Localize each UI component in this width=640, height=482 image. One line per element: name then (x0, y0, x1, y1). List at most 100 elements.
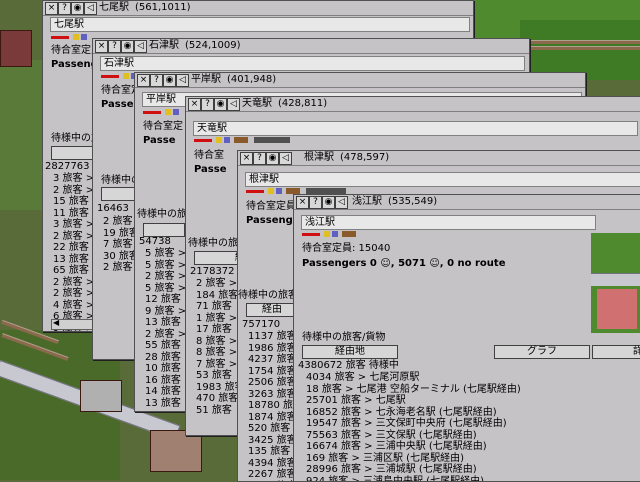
waiting-section-label: 待様中の旅客 (238, 290, 298, 302)
list-item: 12 旅客 (145, 294, 186, 306)
route-button[interactable] (143, 223, 185, 237)
station-window-asae[interactable]: × ? ◉ ◁ 浅江駅(535,549) 浅江駅 待合室定員: 15040 Pa… (293, 194, 640, 482)
pin-icon[interactable]: ◁ (279, 152, 292, 165)
close-icon[interactable]: × (188, 98, 201, 111)
list-item: 5 旅客 > (145, 260, 186, 272)
window-titlebar[interactable]: × ? ◉ ◁ 石津駅(524,1009) (93, 39, 529, 54)
list-item: 3 旅客 > (53, 219, 94, 231)
list-item: 22 旅客 (53, 242, 94, 254)
list-item: 2 旅客 > (145, 329, 186, 341)
list-item: 19547 旅客 > 三文保町中央府 (七尾駅経由) (306, 418, 521, 430)
list-item: 5 旅客 > (145, 283, 186, 295)
list-item: 18 旅客 > 七尾港 空船ターミナル (七尾駅経由) (306, 384, 521, 396)
eye-icon[interactable]: ◉ (71, 2, 84, 15)
waiting-total: 54738 (139, 236, 171, 248)
cargo-icons (143, 109, 183, 117)
list-item: 924 旅客 > 三浦島中央駅 (七尾駅経由) (306, 476, 521, 482)
list-item: 2 旅客 > (53, 277, 94, 289)
waiting-list: 3 旅客 >2 旅客 >15 旅客11 旅客3 旅客 >2 旅客 >22 旅客1… (53, 173, 94, 332)
help-icon[interactable]: ? (150, 74, 163, 87)
passengers-label: Passengers 0 ☺, 5071 ☺, 0 no route (302, 258, 505, 270)
window-titlebar[interactable]: × ? ◉ ◁ 天竜駅(428,811) (186, 97, 640, 112)
list-item: 16674 旅客 > 三浦中央駅 (七尾駅経由) (306, 441, 521, 453)
capacity-label: 待合室定 (143, 121, 183, 133)
list-item: 13 旅客 (145, 317, 186, 329)
window-title: 七尾駅(561,1011) (99, 1, 191, 15)
list-item: 16 旅客 (145, 375, 186, 387)
close-icon[interactable]: × (137, 74, 150, 87)
route-button[interactable]: 経由地 (302, 345, 398, 359)
eye-icon[interactable]: ◉ (163, 74, 176, 87)
station-name-field[interactable]: 浅江駅 (301, 215, 596, 230)
list-item: 4 旅客 > (53, 300, 94, 312)
close-icon[interactable]: × (95, 40, 108, 53)
close-icon[interactable]: × (45, 2, 58, 15)
list-item: 28996 旅客 > 三浦城駅 (七尾駅経由) (306, 464, 521, 476)
route-button[interactable]: 経由 (246, 303, 298, 317)
waiting-total: 16463 (97, 203, 129, 215)
station-name-field[interactable]: 根津駅 (245, 172, 640, 187)
close-icon[interactable]: × (296, 196, 309, 209)
window-title: 平岸駅(401,948) (191, 73, 276, 87)
list-item: 2 旅客 > (53, 185, 94, 197)
list-item: 13 旅客 (53, 254, 94, 266)
eye-icon[interactable]: ◉ (214, 98, 227, 111)
list-item: 2 旅客 > (145, 271, 186, 283)
window-title: 浅江駅(535,549) (352, 195, 437, 209)
waiting-total: 2178372 (190, 266, 235, 278)
close-icon[interactable]: × (240, 152, 253, 165)
cargo-icons (51, 34, 91, 42)
passengers-label: Passeng (246, 215, 293, 227)
list-item: 2 旅客 > (53, 288, 94, 300)
list-item: 11 旅客 (53, 208, 94, 220)
eye-icon[interactable]: ◉ (266, 152, 279, 165)
list-item: 15 旅客 (53, 196, 94, 208)
pin-icon[interactable]: ◁ (84, 2, 97, 15)
cargo-icons (194, 137, 304, 145)
capacity-label: 待合室定員: (246, 201, 299, 213)
help-icon[interactable]: ? (58, 2, 71, 15)
station-name-field[interactable]: 石津駅 (100, 56, 525, 71)
window-titlebar[interactable]: × ? ◉ ◁ 根津駅(478,597) (238, 151, 640, 166)
capacity-label: 待合室定員: 15040 (302, 243, 390, 255)
list-item: 16852 旅客 > 七永海老名駅 (七尾駅経由) (306, 407, 521, 419)
list-item: 2 旅客 > (53, 231, 94, 243)
pin-icon[interactable]: ◁ (134, 40, 147, 53)
list-item: 4034 旅客 > 七尾河原駅 (306, 372, 521, 384)
list-item: 65 旅客 (53, 265, 94, 277)
help-icon[interactable]: ? (309, 196, 322, 209)
passengers-label: Passe (101, 99, 134, 111)
list-item: 14 旅客 (145, 386, 186, 398)
detail-button[interactable]: 詳細 (592, 345, 640, 359)
waiting-list: 5 旅客 >5 旅客 >2 旅客 >5 旅客 >12 旅客9 旅客 >13 旅客… (145, 248, 186, 409)
list-item: 28 旅客 (145, 352, 186, 364)
list-item: 3 旅客 > (53, 173, 94, 185)
list-item: 25701 旅客 > 七尾駅 (306, 395, 521, 407)
list-item: 9 旅客 > (145, 306, 186, 318)
graph-button[interactable]: グラフ (494, 345, 590, 359)
help-icon[interactable]: ? (108, 40, 121, 53)
waiting-section-label: 待様中の旅 (188, 238, 238, 250)
list-item: 169 旅客 > 三浦区駅 (七尾駅経由) (306, 453, 521, 465)
station-name-field[interactable]: 七尾駅 (50, 17, 470, 32)
help-icon[interactable]: ? (201, 98, 214, 111)
window-titlebar[interactable]: × ? ◉ ◁ 浅江駅(535,549) (294, 195, 640, 210)
eye-icon[interactable]: ◉ (322, 196, 335, 209)
list-item: 13 旅客 (145, 398, 186, 410)
eye-icon[interactable]: ◉ (121, 40, 134, 53)
waiting-total: 2827763 (45, 161, 90, 173)
window-title: 根津駅(478,597) (304, 151, 389, 165)
help-icon[interactable]: ? (253, 152, 266, 165)
window-titlebar[interactable]: × ? ◉ ◁ 七尾駅(561,1011) (43, 1, 473, 16)
list-item: 10 旅客 (145, 363, 186, 375)
station-name-field[interactable]: 天竜駅 (193, 121, 638, 136)
capacity-label: 待合室 (194, 150, 224, 162)
passengers-label: Passe (194, 164, 227, 176)
list-item: 75563 旅客 > 三文保駅 (七尾駅経由) (306, 430, 521, 442)
pin-icon[interactable]: ◁ (335, 196, 348, 209)
pin-icon[interactable]: ◁ (176, 74, 189, 87)
window-title: 天竜駅(428,811) (242, 97, 327, 111)
window-titlebar[interactable]: × ? ◉ ◁ 平岸駅(401,948) (135, 73, 585, 88)
pin-icon[interactable]: ◁ (227, 98, 240, 111)
map-preview[interactable] (591, 233, 640, 333)
